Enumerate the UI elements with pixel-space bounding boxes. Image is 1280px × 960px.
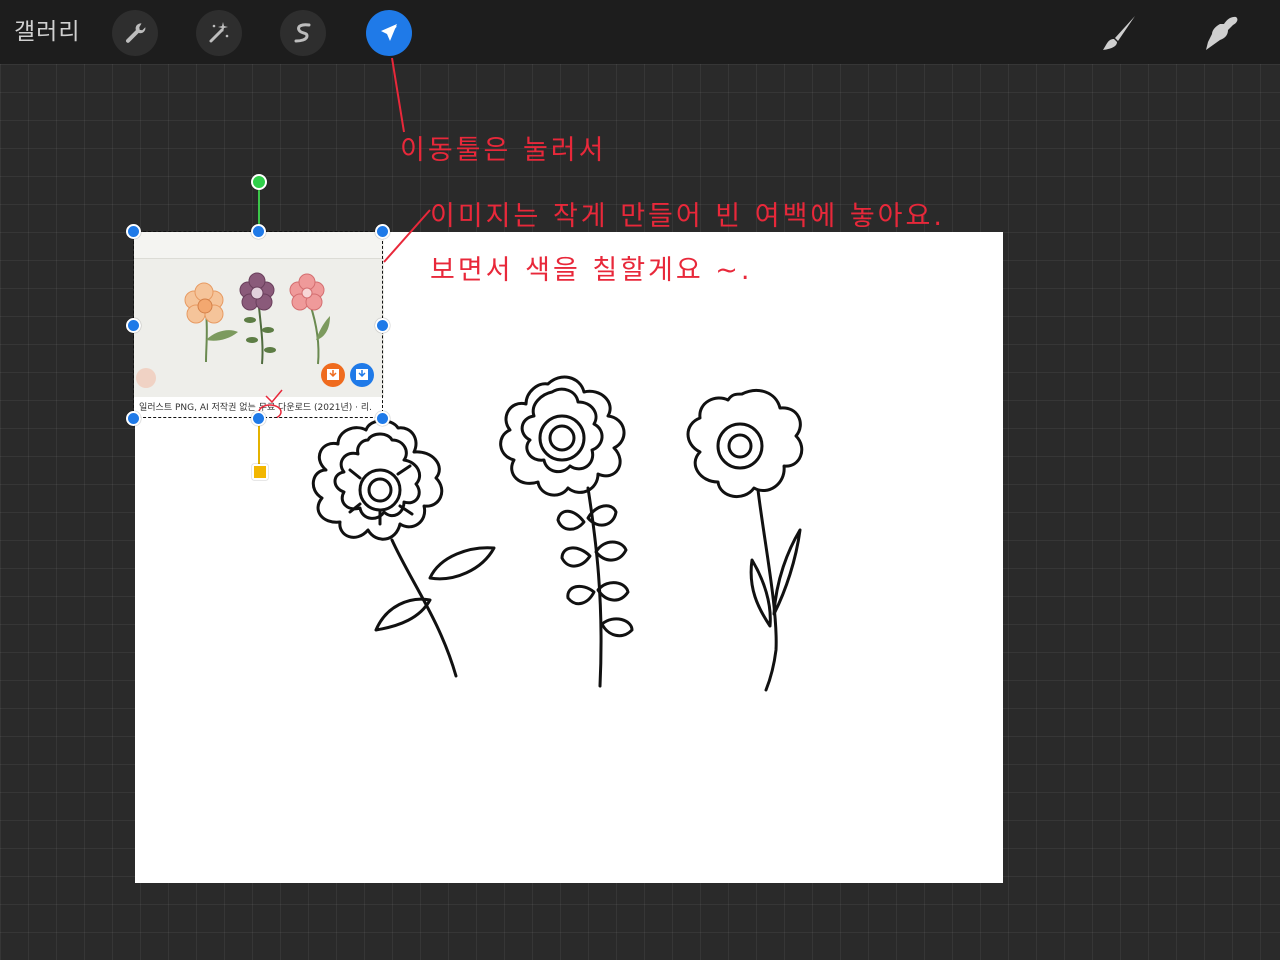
adjustments-button[interactable] xyxy=(196,10,242,56)
transform-handle-right[interactable] xyxy=(375,318,390,333)
rotation-handle[interactable] xyxy=(251,174,267,190)
arrow-cursor-icon xyxy=(376,20,402,46)
selection-icon xyxy=(290,20,316,46)
transform-handle-bottom[interactable] xyxy=(251,411,266,426)
transform-handle-bottom-left[interactable] xyxy=(126,411,141,426)
gallery-button[interactable]: 갤러리 xyxy=(14,15,80,49)
transform-button[interactable] xyxy=(366,10,412,56)
annotation-line-2: 이미지는 작게 만들어 빈 여백에 놓아요. xyxy=(430,201,945,232)
transform-handle-top-left[interactable] xyxy=(126,224,141,239)
wrench-icon xyxy=(122,20,148,46)
download-png-icon xyxy=(350,363,374,387)
transform-handle-left[interactable] xyxy=(126,318,141,333)
brush-icon xyxy=(1098,12,1140,54)
brush-button[interactable] xyxy=(1094,8,1144,58)
flower-2-drawing xyxy=(499,375,634,688)
annotation-line-1: 이동툴은 눌러서 xyxy=(400,135,607,166)
top-toolbar: 갤러리 xyxy=(0,0,1280,64)
selection-button[interactable] xyxy=(280,10,326,56)
warp-handle[interactable] xyxy=(252,464,268,480)
transform-handle-bottom-right[interactable] xyxy=(375,411,390,426)
magic-wand-icon xyxy=(206,20,232,46)
flower-1-drawing xyxy=(311,419,496,678)
actions-button[interactable] xyxy=(112,10,158,56)
smudge-button[interactable] xyxy=(1196,8,1246,58)
transform-handle-top-right[interactable] xyxy=(375,224,390,239)
transform-handle-top[interactable] xyxy=(251,224,266,239)
warp-handle-line xyxy=(258,420,260,470)
annotation-line-3: 보면서 색을 칠할게요 ~. xyxy=(430,255,753,286)
download-ai-icon xyxy=(321,363,345,387)
flower-3-drawing xyxy=(686,389,804,692)
smudge-icon xyxy=(1200,12,1242,54)
